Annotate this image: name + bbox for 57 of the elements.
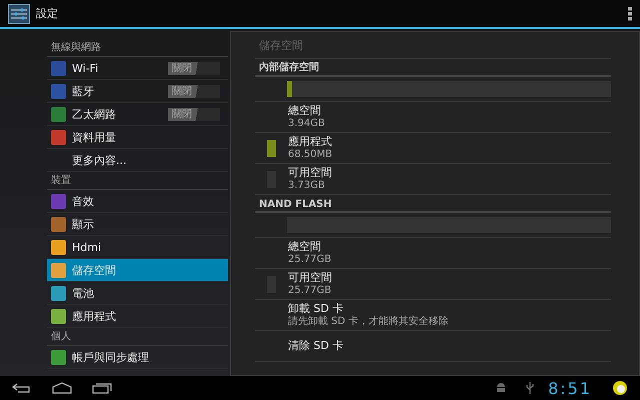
app-icon <box>51 240 66 254</box>
app-icon <box>51 308 66 324</box>
item-value: 3.94GB <box>288 118 325 130</box>
item-value: 3.73GB <box>288 180 326 192</box>
settings-item[interactable]: 資料用量 <box>47 126 228 149</box>
storage-item[interactable]: 卸載 SD 卡 請先卸載 SD 卡，才能將其安全移除 <box>254 300 611 331</box>
app-icon <box>51 60 66 76</box>
app-icon <box>51 84 66 98</box>
app-icon <box>51 130 66 144</box>
item-title: 可用空間 <box>288 166 332 180</box>
app-icon <box>51 106 66 122</box>
item-value: 25.77GB <box>288 254 332 266</box>
item-title: 清除 SD 卡 <box>288 339 344 353</box>
app-icon <box>51 262 66 278</box>
section-header: 裝置 <box>47 172 228 190</box>
section-header: 內部儲存空間 <box>254 59 611 77</box>
storage-item[interactable]: 清除 SD 卡 <box>254 331 611 362</box>
home-icon[interactable] <box>52 382 72 394</box>
settings-item[interactable]: 顯示 <box>47 213 228 236</box>
app-icon <box>51 216 66 232</box>
settings-item[interactable]: Wi-Fi 關閉 <box>47 57 228 80</box>
overflow-menu-icon[interactable] <box>628 6 632 20</box>
item-title: 可用空間 <box>288 271 332 285</box>
settings-item[interactable]: 電池 <box>47 282 228 305</box>
settings-item[interactable]: 帳戶與同步處理 <box>47 346 228 369</box>
item-title: 應用程式 <box>288 135 332 149</box>
storage-item[interactable]: 總空間 25.77GB <box>254 238 611 269</box>
settings-item[interactable]: 乙太網路 關閉 <box>47 103 228 126</box>
app-icon <box>51 194 66 208</box>
storage-item[interactable]: 可用空間 25.77GB <box>254 269 611 300</box>
item-value: 68.50MB <box>288 149 332 161</box>
app-icon <box>51 350 66 364</box>
settings-item[interactable]: 應用程式 <box>47 305 228 328</box>
recent-apps-icon[interactable] <box>92 382 112 394</box>
usb-icon <box>526 382 534 394</box>
clock: 8:51 <box>548 378 592 398</box>
storage-item[interactable]: 總空間 3.94GB <box>254 102 611 133</box>
item-title: 卸載 SD 卡 <box>288 302 344 316</box>
section-header: 個人 <box>47 328 228 346</box>
settings-item[interactable]: 音效 <box>47 190 228 213</box>
app-icon <box>51 286 66 300</box>
sun-icon <box>612 380 628 396</box>
settings-item[interactable]: 藍牙 關閉 <box>47 80 228 103</box>
item-value: 請先卸載 SD 卡，才能將其安全移除 <box>288 316 448 328</box>
settings-item[interactable]: 更多內容... <box>47 149 228 172</box>
storage-item[interactable]: 可用空間 3.73GB <box>254 164 611 195</box>
settings-icon[interactable] <box>8 4 30 24</box>
section-header: NAND FLASH <box>254 195 611 213</box>
section-header: 無線與網路 <box>47 39 228 57</box>
item-value: 25.77GB <box>288 285 332 297</box>
settings-item[interactable]: 儲存空間 <box>47 259 228 282</box>
item-title: 總空間 <box>288 104 322 118</box>
panel-title: 儲存空間 <box>254 32 611 59</box>
storage-item[interactable]: 應用程式 68.50MB <box>254 133 611 164</box>
item-title: 總空間 <box>288 240 322 254</box>
back-icon[interactable] <box>12 382 32 394</box>
screen-title: 設定 <box>36 6 58 21</box>
